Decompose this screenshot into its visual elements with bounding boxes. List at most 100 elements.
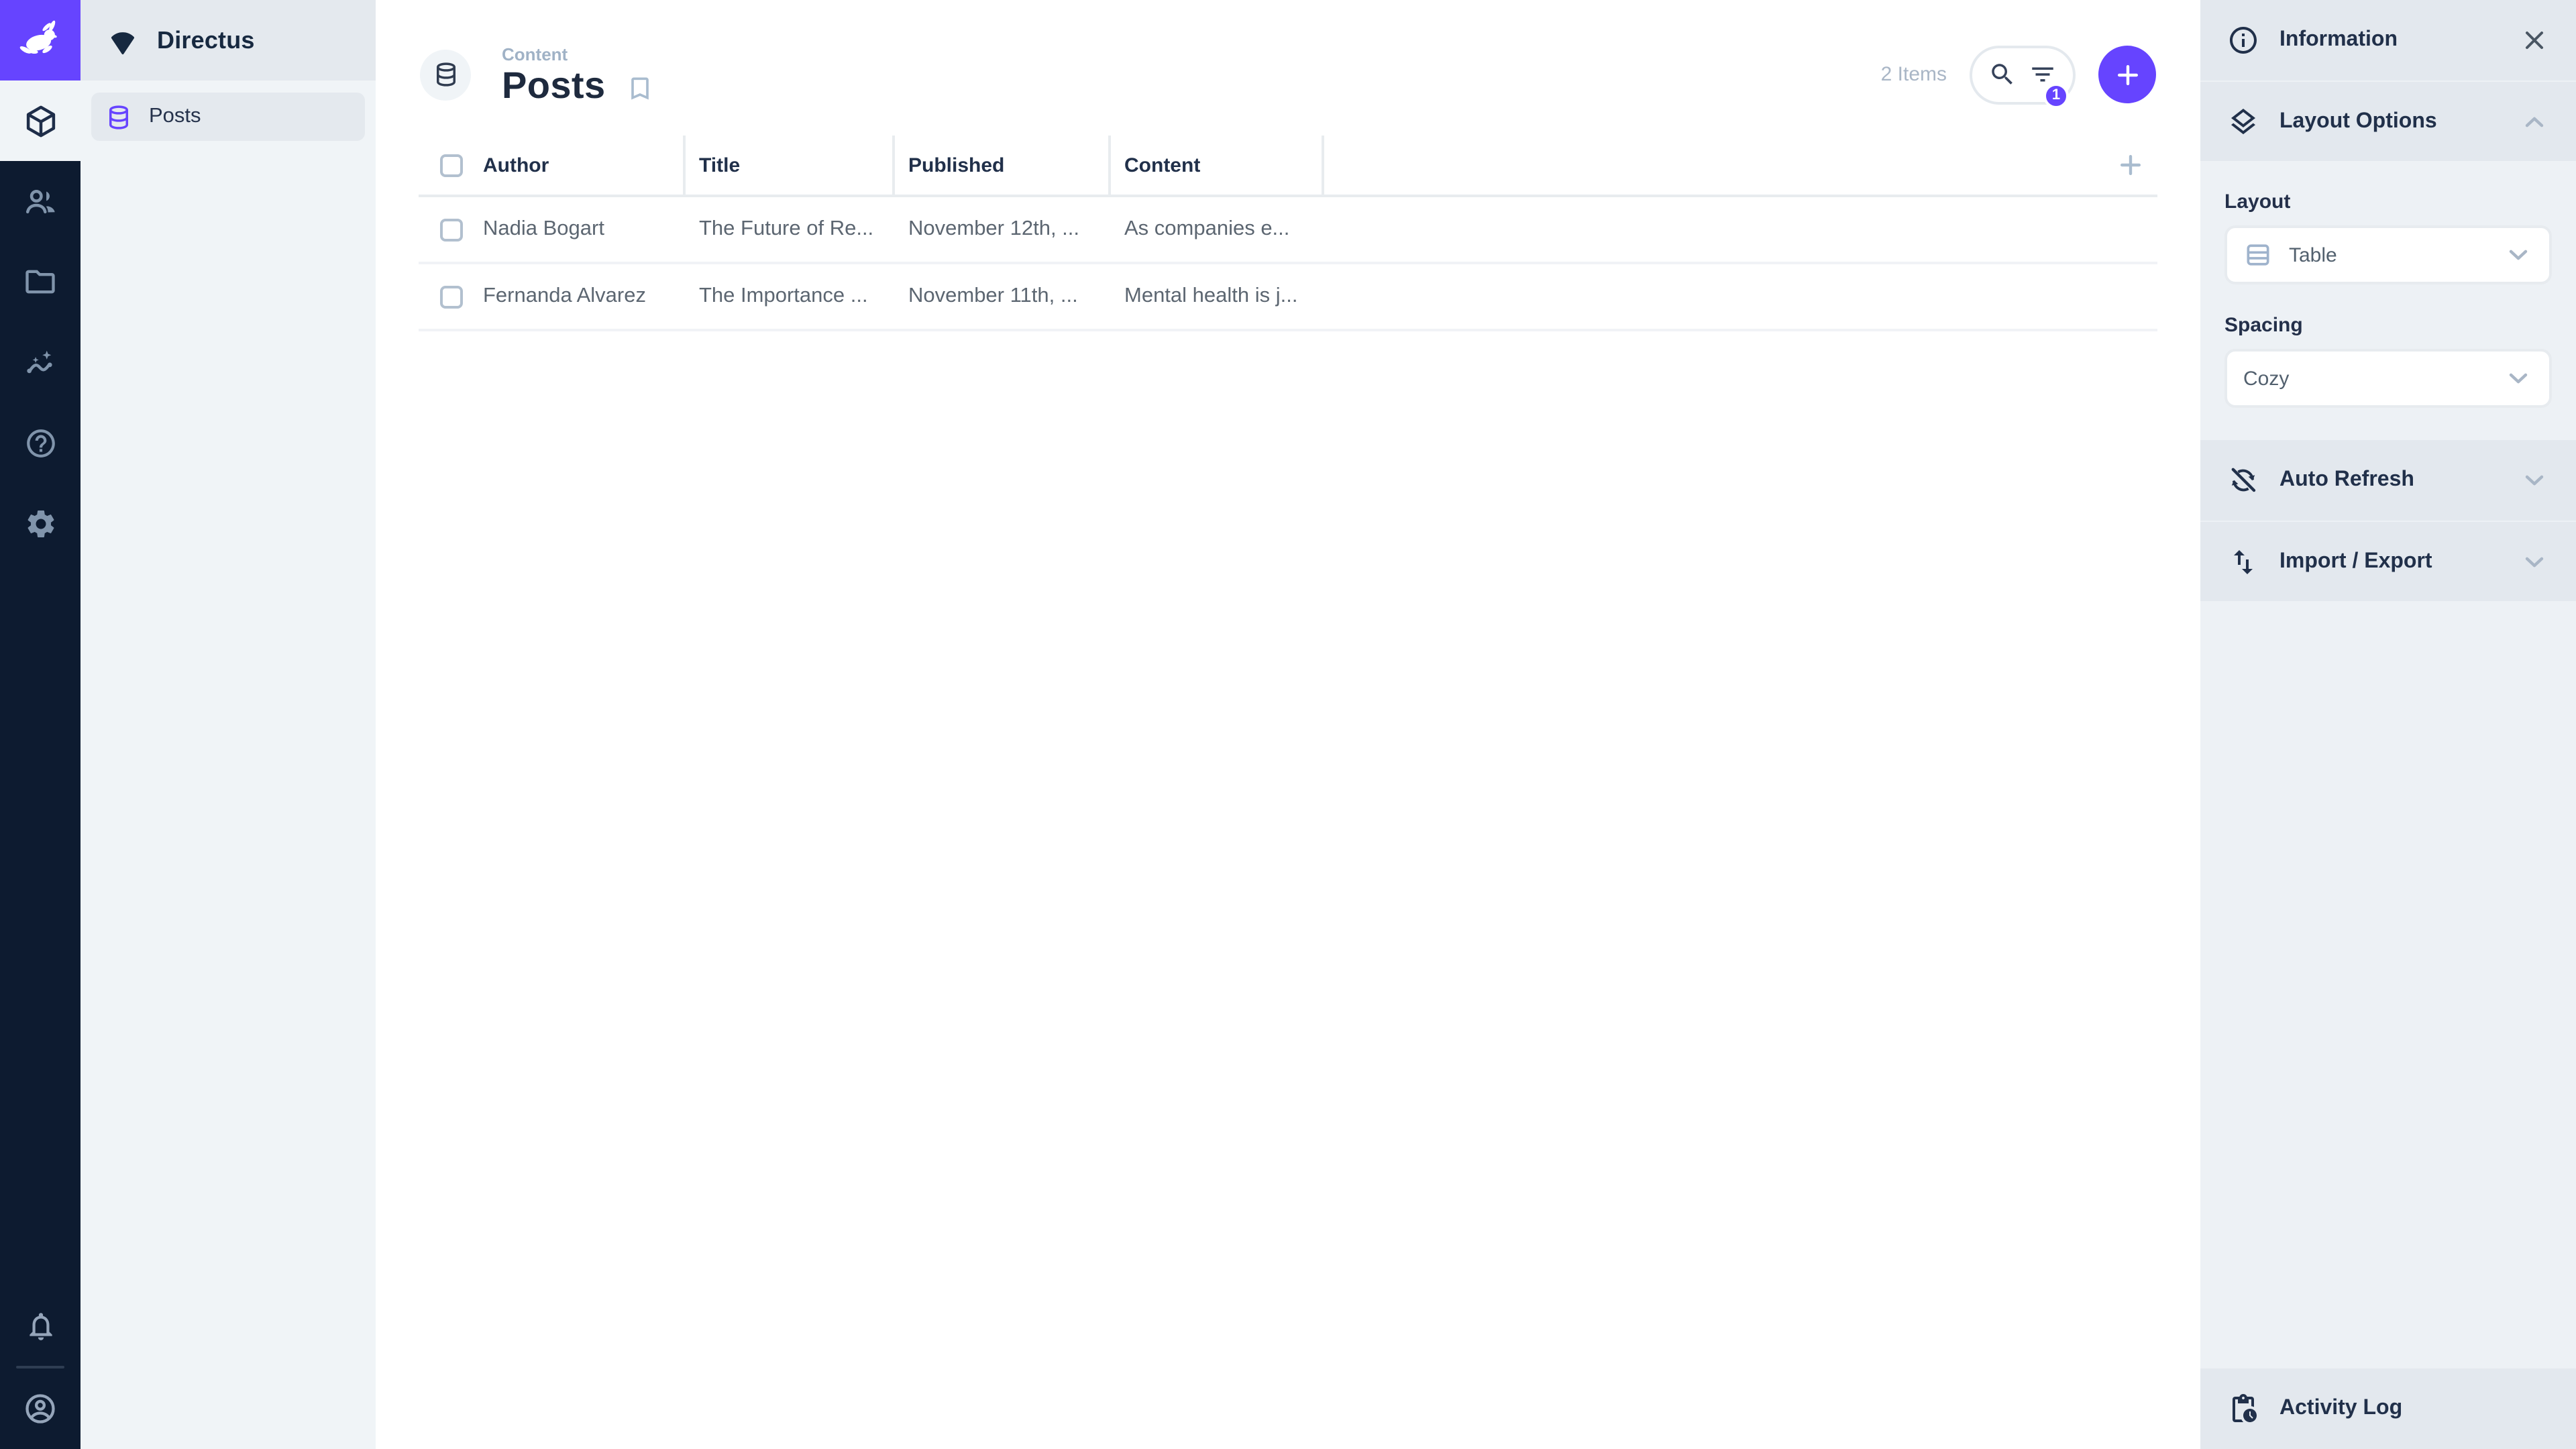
- header-cell-title[interactable]: Title: [686, 136, 895, 195]
- items-table: Author Title Published Content Nadia Bog…: [419, 136, 2157, 331]
- section-label: Activity Log: [2279, 1397, 2403, 1419]
- module-bar: [0, 0, 80, 1449]
- table-row[interactable]: Fernanda Alvarez The Importance ... Nove…: [419, 264, 2157, 331]
- section-label: Import / Export: [2279, 549, 2432, 572]
- create-item-button[interactable]: [2098, 46, 2156, 103]
- add-column-button[interactable]: [2104, 136, 2157, 195]
- column-header[interactable]: Content: [1124, 154, 1200, 176]
- collection-icon-circle[interactable]: [420, 49, 471, 100]
- spacing-select[interactable]: Cozy: [2224, 349, 2552, 408]
- row-checkbox[interactable]: [440, 218, 463, 241]
- section-label: Layout Options: [2279, 109, 2437, 132]
- account-button[interactable]: [0, 1368, 80, 1449]
- directus-rabbit-icon: [16, 16, 64, 64]
- page-title: Posts: [502, 64, 606, 106]
- table-layout-icon: [2243, 240, 2273, 270]
- search-filter-pill[interactable]: 1: [1970, 45, 2076, 108]
- sidebar-section-activity-log[interactable]: Activity Log: [2200, 1368, 2576, 1449]
- sidebar-section-information[interactable]: Information: [2200, 0, 2576, 80]
- sidebar-item-posts[interactable]: Posts: [91, 93, 365, 141]
- content-module-icon: [22, 103, 58, 139]
- breadcrumb[interactable]: Content: [502, 44, 606, 64]
- module-insights[interactable]: [0, 322, 80, 402]
- project-name: Directus: [157, 26, 255, 53]
- bookmark-button[interactable]: [626, 74, 655, 103]
- row-checkbox[interactable]: [440, 285, 463, 308]
- filter-count-badge: 1: [2043, 83, 2069, 108]
- select-all-checkbox[interactable]: [440, 154, 463, 176]
- layout-field: Layout Table: [2224, 191, 2552, 284]
- column-header[interactable]: Title: [699, 154, 740, 176]
- content-value: As companies e...: [1124, 217, 1290, 240]
- module-users[interactable]: [0, 161, 80, 241]
- header-cell-content[interactable]: Content: [1111, 136, 1324, 195]
- nav-sidebar: Directus Posts: [80, 0, 376, 1449]
- header-spacer: [1324, 136, 2104, 195]
- expand-section-button[interactable]: [2520, 547, 2549, 576]
- search-icon: [1988, 60, 2017, 89]
- author-value: Nadia Bogart: [483, 217, 604, 240]
- plus-icon: [2116, 150, 2145, 180]
- close-sidebar-button[interactable]: [2520, 25, 2549, 55]
- module-files[interactable]: [0, 241, 80, 322]
- title-block: Content Posts: [502, 44, 606, 105]
- module-settings[interactable]: [0, 483, 80, 564]
- section-label: Auto Refresh: [2279, 468, 2414, 491]
- published-value: November 12th, ...: [908, 217, 1080, 240]
- layout-select[interactable]: Table: [2224, 225, 2552, 284]
- row-cell-author: Fernanda Alvarez: [419, 284, 686, 309]
- user-circle-icon: [23, 1391, 58, 1426]
- module-help[interactable]: [0, 402, 80, 483]
- insights-icon: [22, 344, 58, 380]
- field-label: Layout: [2224, 191, 2291, 213]
- app-window: Directus Posts Content Posts 2 Items 1 A…: [0, 0, 2576, 1449]
- info-icon: [2227, 24, 2259, 56]
- chevron-down-icon: [2520, 547, 2549, 576]
- header-cell-published[interactable]: Published: [895, 136, 1111, 195]
- section-label: Information: [2279, 28, 2398, 51]
- close-icon: [2520, 25, 2549, 55]
- table-row[interactable]: Nadia Bogart The Future of Re... Novembe…: [419, 197, 2157, 264]
- notifications-button[interactable]: [0, 1285, 80, 1366]
- row-cell-author: Nadia Bogart: [419, 217, 686, 241]
- database-icon: [431, 60, 460, 89]
- spacing-field: Spacing Cozy: [2224, 314, 2552, 408]
- page-header: Content Posts 2 Items 1: [376, 0, 2200, 136]
- column-header[interactable]: Author: [483, 154, 549, 176]
- module-content[interactable]: [0, 80, 80, 161]
- info-sidebar: Information Layout Options Layout Table: [2200, 0, 2576, 1449]
- chevron-up-icon: [2520, 107, 2549, 136]
- main-content: Content Posts 2 Items 1 Author Title Pub…: [376, 0, 2200, 1449]
- expand-section-button[interactable]: [2520, 466, 2549, 495]
- database-icon: [105, 103, 133, 131]
- header-cell-author[interactable]: Author: [419, 136, 686, 195]
- chevron-down-icon: [2504, 364, 2533, 393]
- sidebar-section-auto-refresh[interactable]: Auto Refresh: [2200, 440, 2576, 521]
- author-value: Fernanda Alvarez: [483, 284, 646, 307]
- spacing-select-value: Cozy: [2243, 367, 2290, 390]
- sidebar-section-layout-options[interactable]: Layout Options: [2200, 80, 2576, 161]
- table-body: Nadia Bogart The Future of Re... Novembe…: [419, 197, 2157, 331]
- swap-vert-icon: [2227, 545, 2259, 578]
- chevron-down-icon: [2520, 466, 2549, 495]
- collapse-section-button[interactable]: [2520, 107, 2549, 136]
- row-cell-content: Mental health is j...: [1111, 284, 1324, 309]
- project-header[interactable]: Directus: [80, 0, 376, 80]
- clipboard-clock-icon: [2227, 1393, 2259, 1425]
- row-cell-published: November 11th, ...: [895, 284, 1111, 309]
- plus-icon: [2112, 60, 2142, 89]
- row-cell-title: The Importance ...: [686, 284, 895, 309]
- column-header[interactable]: Published: [908, 154, 1004, 176]
- row-cell-published: November 12th, ...: [895, 217, 1111, 241]
- fan-icon: [106, 23, 140, 57]
- sidebar-section-import-export[interactable]: Import / Export: [2200, 521, 2576, 601]
- content-value: Mental health is j...: [1124, 284, 1298, 307]
- published-value: November 11th, ...: [908, 284, 1078, 307]
- directus-logo[interactable]: [0, 0, 80, 80]
- field-label: Spacing: [2224, 314, 2303, 337]
- row-cell-title: The Future of Re...: [686, 217, 895, 241]
- bookmark-icon: [626, 74, 655, 103]
- header-actions: 2 Items 1: [1881, 45, 2156, 108]
- layers-icon: [2227, 105, 2259, 138]
